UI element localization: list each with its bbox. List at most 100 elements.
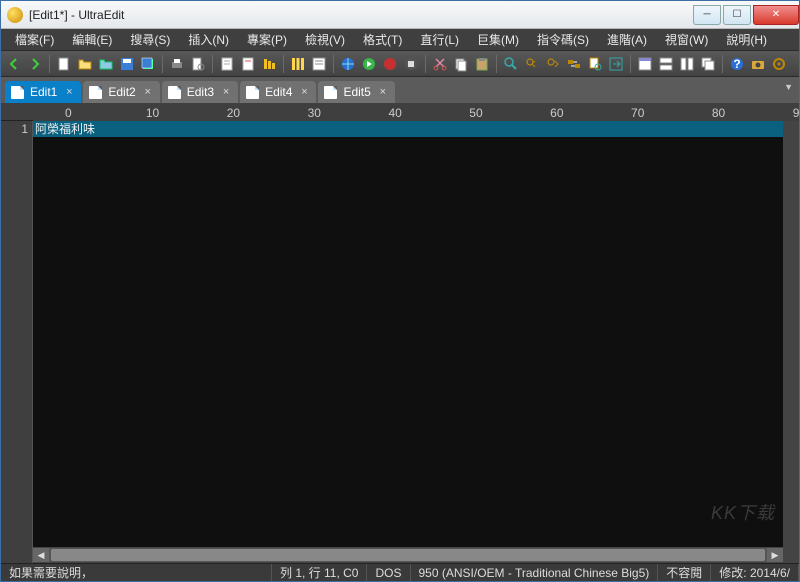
cut-icon[interactable]	[431, 55, 449, 73]
tab-close-icon[interactable]: ×	[142, 86, 154, 98]
tab-strip: Edit1 × Edit2 × Edit3 × Edit4 × Edit5 × …	[1, 77, 799, 103]
status-codepage[interactable]: 950 (ANSI/OEM - Traditional Chinese Big5…	[411, 564, 659, 581]
title-bar[interactable]: [Edit1*] - UltraEdit ─ ☐ ✕	[1, 1, 799, 29]
record-icon[interactable]	[381, 55, 399, 73]
wrap-icon[interactable]	[310, 55, 328, 73]
sort-icon[interactable]	[260, 55, 278, 73]
menu-project[interactable]: 專案(P)	[239, 29, 295, 50]
help-icon[interactable]: ?	[728, 55, 746, 73]
ruler-tick: 40	[388, 106, 401, 120]
menu-macro[interactable]: 巨集(M)	[469, 29, 527, 50]
tab-label: Edit4	[265, 85, 292, 99]
tab-edit2[interactable]: Edit2 ×	[83, 81, 159, 103]
doc2-icon[interactable]	[239, 55, 257, 73]
line-gutter: 1	[1, 121, 33, 563]
menu-view[interactable]: 檢視(V)	[297, 29, 353, 50]
window1-icon[interactable]	[636, 55, 654, 73]
settings-icon[interactable]	[770, 55, 788, 73]
columns-icon[interactable]	[289, 55, 307, 73]
ruler-tick: 10	[146, 106, 159, 120]
window-cascade-icon[interactable]	[699, 55, 717, 73]
find-next-icon[interactable]	[544, 55, 562, 73]
ruler-tick: 60	[550, 106, 563, 120]
save-icon[interactable]	[118, 55, 136, 73]
vertical-scrollbar[interactable]	[783, 121, 799, 563]
ruler-tick: 30	[308, 106, 321, 120]
scroll-left-icon[interactable]: ◀	[33, 548, 49, 562]
find-icon[interactable]	[502, 55, 520, 73]
file-icon	[324, 86, 337, 99]
find-in-files-icon[interactable]	[586, 55, 604, 73]
forward-icon[interactable]	[26, 55, 44, 73]
find-prev-icon[interactable]	[523, 55, 541, 73]
print-preview-icon[interactable]	[189, 55, 207, 73]
menu-search[interactable]: 搜尋(S)	[122, 29, 178, 50]
menu-file[interactable]: 檔案(F)	[7, 29, 62, 50]
tab-label: Edit2	[108, 85, 135, 99]
tab-close-icon[interactable]: ×	[220, 86, 232, 98]
status-readonly[interactable]: 不容閱	[658, 564, 711, 581]
window-tile-v-icon[interactable]	[678, 55, 696, 73]
tab-edit1[interactable]: Edit1 ×	[5, 81, 81, 103]
line-number: 1	[5, 121, 28, 137]
code-area[interactable]: 阿榮福利味 KK下载	[33, 121, 783, 547]
replace-icon[interactable]	[565, 55, 583, 73]
maximize-button[interactable]: ☐	[723, 5, 751, 25]
tab-edit3[interactable]: Edit3 ×	[162, 81, 238, 103]
tab-label: Edit5	[343, 85, 370, 99]
file-icon	[168, 86, 181, 99]
tab-close-icon[interactable]: ×	[377, 86, 389, 98]
menu-insert[interactable]: 插入(N)	[180, 29, 237, 50]
new-file-icon[interactable]	[55, 55, 73, 73]
ruler-tick: 80	[712, 106, 725, 120]
watermark: KK下载	[711, 499, 775, 525]
file-icon	[11, 86, 24, 99]
gutter-corner	[1, 103, 33, 121]
doc1-icon[interactable]	[218, 55, 236, 73]
tab-edit5[interactable]: Edit5 ×	[318, 81, 394, 103]
file-icon	[246, 86, 259, 99]
menu-help[interactable]: 說明(H)	[718, 29, 775, 50]
menu-edit[interactable]: 編輯(E)	[64, 29, 120, 50]
scroll-track[interactable]	[49, 548, 767, 562]
menu-format[interactable]: 格式(T)	[355, 29, 410, 50]
menu-bar: 檔案(F) 編輯(E) 搜尋(S) 插入(N) 專案(P) 檢視(V) 格式(T…	[1, 29, 799, 51]
tab-edit4[interactable]: Edit4 ×	[240, 81, 316, 103]
camera-icon[interactable]	[749, 55, 767, 73]
scroll-right-icon[interactable]: ▶	[767, 548, 783, 562]
goto-icon[interactable]	[607, 55, 625, 73]
status-position: 列 1, 行 11, C0	[272, 564, 367, 581]
minimize-button[interactable]: ─	[693, 5, 721, 25]
ruler-tick: 90	[793, 106, 800, 120]
window-controls: ─ ☐ ✕	[691, 5, 799, 25]
back-icon[interactable]	[5, 55, 23, 73]
menu-column[interactable]: 直行(L)	[412, 29, 467, 50]
play-icon[interactable]	[360, 55, 378, 73]
ruler-tick: 20	[227, 106, 240, 120]
toolbar: ?	[1, 51, 799, 77]
menu-window[interactable]: 視窗(W)	[657, 29, 716, 50]
code-scroll: 阿榮福利味 KK下载 ◀ ▶	[33, 121, 783, 563]
close-button[interactable]: ✕	[753, 5, 799, 25]
print-icon[interactable]	[168, 55, 186, 73]
menu-script[interactable]: 指令碼(S)	[529, 29, 597, 50]
open-folder-icon[interactable]	[76, 55, 94, 73]
window-tile-h-icon[interactable]	[657, 55, 675, 73]
status-bar: 如果需要說明， 列 1, 行 11, C0 DOS 950 (ANSI/OEM …	[1, 563, 799, 581]
save-all-icon[interactable]	[139, 55, 157, 73]
menu-advanced[interactable]: 進階(A)	[599, 29, 655, 50]
horizontal-scrollbar[interactable]: ◀ ▶	[33, 547, 783, 563]
file-icon	[89, 86, 102, 99]
quick-open-icon[interactable]	[97, 55, 115, 73]
status-hint: 如果需要說明，	[1, 564, 272, 581]
status-mode[interactable]: DOS	[367, 564, 410, 581]
paste-icon[interactable]	[473, 55, 491, 73]
svg-text:?: ?	[733, 57, 740, 71]
globe-icon[interactable]	[339, 55, 357, 73]
tab-close-icon[interactable]: ×	[298, 86, 310, 98]
stop-icon[interactable]	[402, 55, 420, 73]
tab-close-icon[interactable]: ×	[63, 86, 75, 98]
copy-icon[interactable]	[452, 55, 470, 73]
scroll-thumb[interactable]	[51, 549, 765, 561]
chevron-down-icon[interactable]: ▼	[784, 82, 793, 92]
